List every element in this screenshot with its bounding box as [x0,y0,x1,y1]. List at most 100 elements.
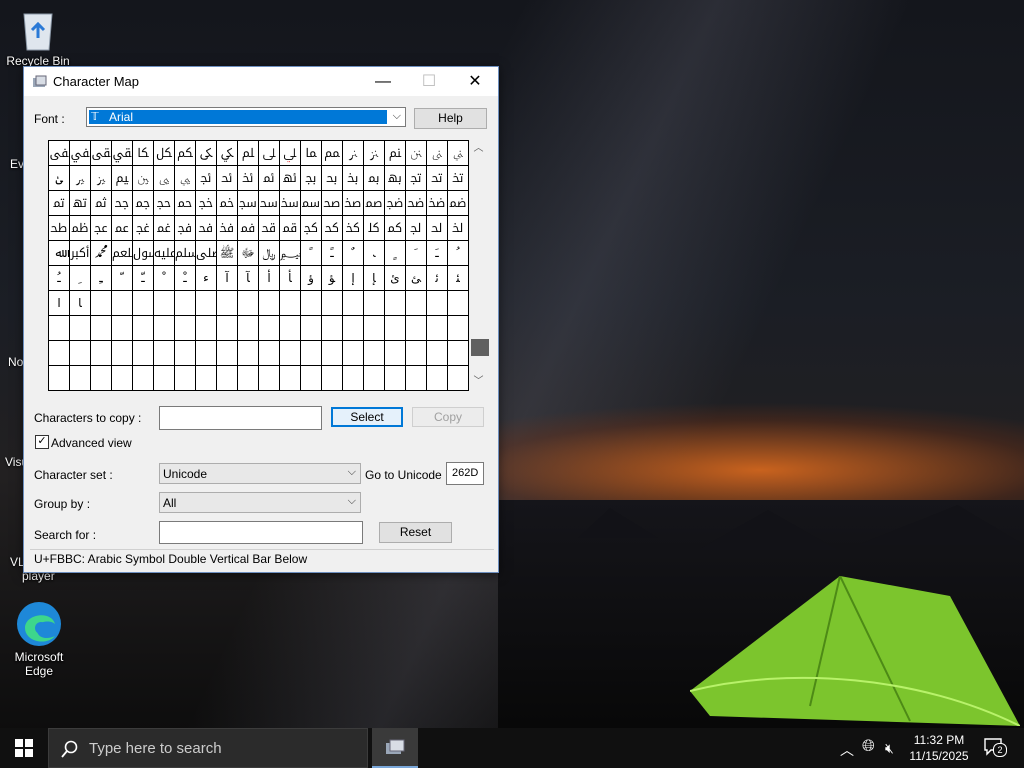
char-cell[interactable]: ﷷ [154,241,175,266]
char-cell[interactable] [112,316,133,341]
char-cell[interactable] [343,291,364,316]
char-cell[interactable]: ﲺ [91,216,112,241]
char-cell[interactable]: ﲼ [133,216,154,241]
char-cell[interactable] [133,316,154,341]
char-cell[interactable] [70,316,91,341]
char-cell[interactable]: ﳊ [427,216,448,241]
char-cell[interactable]: ﹻ [91,266,112,291]
char-cell[interactable] [91,366,112,391]
char-cell[interactable] [448,366,469,391]
char-cell[interactable]: ﲯ [280,191,301,216]
char-cell[interactable]: ﲙ [238,166,259,191]
char-cell[interactable]: ﺌ [448,266,469,291]
char-cell[interactable]: ﲚ [259,166,280,191]
search-for-input[interactable] [159,521,363,544]
char-cell[interactable] [70,366,91,391]
char-cell[interactable]: ﹰ [301,241,322,266]
char-cell[interactable]: ﹷ [427,241,448,266]
char-cell[interactable] [322,366,343,391]
taskbar-search-box[interactable]: Type here to search [48,728,368,768]
character-grid[interactable]: ﱼﱽﱾﱿﲀﲁﲂﲃﲄﲅﲆﲇﲈﲉﲊﲋﲌﲍﲎﲏ ﲐﲑﲒﲓﲔﲕﲖﲗﲘﲙﲚﲛﲜﲝﲞﲟﲠﲡﲢﲣ… [48,140,469,391]
char-cell[interactable]: ﲊ [343,141,364,166]
char-cell[interactable]: ﲦ [91,191,112,216]
char-cell[interactable]: ﲈ [301,141,322,166]
char-cell[interactable]: ﲳ [364,191,385,216]
char-cell[interactable]: ﷲ [49,241,70,266]
char-cell[interactable]: ﳄ [301,216,322,241]
char-cell[interactable]: ﲾ [175,216,196,241]
char-cell[interactable] [406,341,427,366]
char-cell[interactable]: ﷵ [112,241,133,266]
char-cell[interactable]: ﲏ [448,141,469,166]
char-cell[interactable]: ﹽ [133,266,154,291]
char-cell[interactable] [133,291,154,316]
char-cell[interactable] [196,341,217,366]
char-cell[interactable] [154,366,175,391]
scroll-up-icon[interactable]: ︿ [470,140,487,157]
char-cell[interactable] [343,341,364,366]
char-cell[interactable] [385,316,406,341]
char-cell[interactable] [280,341,301,366]
char-cell[interactable] [238,291,259,316]
char-cell[interactable]: ﲀ [133,141,154,166]
char-cell[interactable]: ﳀ [217,216,238,241]
char-cell[interactable]: ﲱ [322,191,343,216]
char-cell[interactable]: ﷼ [259,241,280,266]
char-cell[interactable]: ﲇ [280,141,301,166]
char-cell[interactable]: ﷽ [280,241,301,266]
notification-center-icon[interactable]: 2 [984,738,1007,757]
char-cell[interactable]: ﺀ [196,266,217,291]
char-cell[interactable]: ﹼ [112,266,133,291]
char-cell[interactable]: ﷺ [217,241,238,266]
char-cell[interactable] [343,316,364,341]
char-cell[interactable]: ﲋ [364,141,385,166]
char-cell[interactable]: ﺅ [301,266,322,291]
char-cell[interactable]: ﹲ [343,241,364,266]
maximize-button[interactable]: ☐ [406,67,452,96]
char-cell[interactable] [322,341,343,366]
char-cell[interactable]: ﲻ [112,216,133,241]
char-cell[interactable]: ﲸ [49,216,70,241]
char-cell[interactable]: ﲌ [385,141,406,166]
scroll-thumb[interactable] [471,339,489,356]
char-cell[interactable]: ﲩ [154,191,175,216]
char-cell[interactable]: ﺁ [217,266,238,291]
char-cell[interactable] [133,341,154,366]
char-cell[interactable] [259,316,280,341]
char-cell[interactable] [259,291,280,316]
char-cell[interactable] [406,366,427,391]
char-cell[interactable] [448,341,469,366]
char-cell[interactable] [301,291,322,316]
copy-button[interactable]: Copy [412,407,484,427]
grid-scrollbar[interactable]: ︿ ﹀ [470,140,489,390]
char-cell[interactable] [301,341,322,366]
char-cell[interactable]: ﱿ [112,141,133,166]
char-cell[interactable] [301,366,322,391]
char-cell[interactable] [91,316,112,341]
char-cell[interactable] [217,291,238,316]
char-cell[interactable]: ﳁ [238,216,259,241]
char-cell[interactable] [364,316,385,341]
minimize-button[interactable]: — [360,67,406,96]
char-cell[interactable]: ﲒ [91,166,112,191]
char-cell[interactable]: ﱾ [91,141,112,166]
char-cell[interactable] [49,366,70,391]
char-cell[interactable]: ﲿ [196,216,217,241]
char-cell[interactable]: ﲅ [238,141,259,166]
scroll-down-icon[interactable]: ﹀ [470,373,487,390]
char-cell[interactable]: ﹾ [154,266,175,291]
char-cell[interactable]: ﲑ [70,166,91,191]
char-cell[interactable]: ﹶ [406,241,427,266]
char-cell[interactable] [175,316,196,341]
char-cell[interactable]: ﹱ [322,241,343,266]
char-cell[interactable]: ﲬ [217,191,238,216]
start-button[interactable] [0,728,48,768]
char-cell[interactable]: ﲃ [196,141,217,166]
char-cell[interactable]: ﳉ [406,216,427,241]
char-cell[interactable] [427,291,448,316]
char-cell[interactable]: ﲠ [385,166,406,191]
char-cell[interactable]: ﱼ [49,141,70,166]
char-cell[interactable]: ﹳ [364,241,385,266]
char-cell[interactable] [49,316,70,341]
char-cell[interactable] [175,341,196,366]
